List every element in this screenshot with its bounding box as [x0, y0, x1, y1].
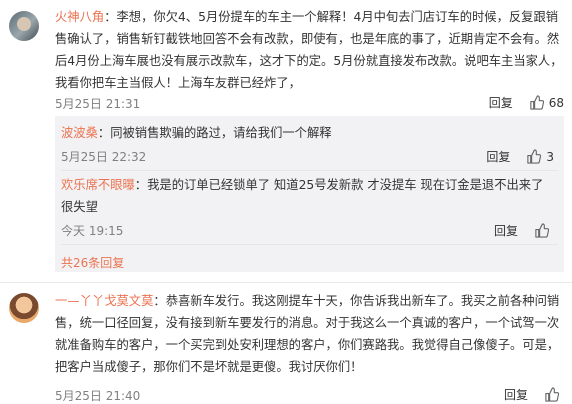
reply-actions: 回复 3: [486, 148, 554, 165]
like-button[interactable]: [544, 387, 564, 402]
like-count: 68: [548, 95, 564, 110]
like-button[interactable]: [534, 223, 554, 238]
comment-username[interactable]: 火神八角: [55, 10, 104, 24]
reply-button[interactable]: 回复: [504, 386, 528, 403]
reply-time: 5月25日 22:32: [61, 150, 147, 164]
replies-box: 波波桑：同被销售欺骗的路过，请给我们一个解释 5月25日 22:32 回复 3 …: [55, 116, 564, 272]
reply-body: ：同被销售欺骗的路过，请给我们一个解释: [97, 126, 332, 140]
like-count: 3: [546, 149, 554, 164]
comment-actions: 回复 68: [489, 94, 564, 111]
reply-button[interactable]: 回复: [486, 148, 510, 165]
comment-body: ：李想，你欠4、5月份提车的车主一个解释！4月中旬去门店订车的时候，反复跟销售确…: [55, 10, 563, 90]
reply-actions: 回复: [494, 222, 554, 239]
reply-username[interactable]: 欢乐席不眼曝: [61, 178, 135, 192]
thumbs-up-icon: [535, 223, 549, 238]
comment-time: 5月25日 21:31: [55, 97, 141, 111]
reply-button[interactable]: 回复: [494, 222, 518, 239]
reply-text: 波波桑：同被销售欺骗的路过，请给我们一个解释: [61, 122, 551, 144]
comment-separator: [0, 282, 572, 283]
divider: [61, 170, 558, 171]
thumbs-up-icon: [527, 149, 542, 164]
comment-actions: 回复: [504, 386, 564, 403]
avatar[interactable]: [9, 293, 39, 323]
more-replies-link[interactable]: 共26条回复: [61, 254, 124, 271]
thumbs-up-icon: [530, 95, 544, 110]
thumbs-up-icon: [545, 387, 559, 402]
comment-text: 火神八角：李想，你欠4、5月份提车的车主一个解释！4月中旬去门店订车的时候，反复…: [55, 6, 565, 94]
reply-time: 今天 19:15: [61, 224, 124, 238]
divider: [61, 244, 558, 245]
reply-text: 欢乐席不眼曝：我是的订单已经锁单了 知道25号发新款 才没提车 现在订金是退不出…: [61, 174, 551, 218]
avatar[interactable]: [9, 11, 39, 41]
comment-text: 一—丫丫戈莫文莫：恭喜新车发行。我这刚提车十天，你告诉我出新车了。我买之前各种问…: [55, 290, 565, 378]
comment-time: 5月25日 21:40: [55, 389, 141, 403]
comment-username[interactable]: 一—丫丫戈莫文莫: [55, 294, 153, 308]
reply-button[interactable]: 回复: [489, 94, 513, 111]
like-button[interactable]: 68: [529, 95, 564, 110]
like-button[interactable]: 3: [526, 149, 554, 164]
reply-username[interactable]: 波波桑: [61, 126, 98, 140]
